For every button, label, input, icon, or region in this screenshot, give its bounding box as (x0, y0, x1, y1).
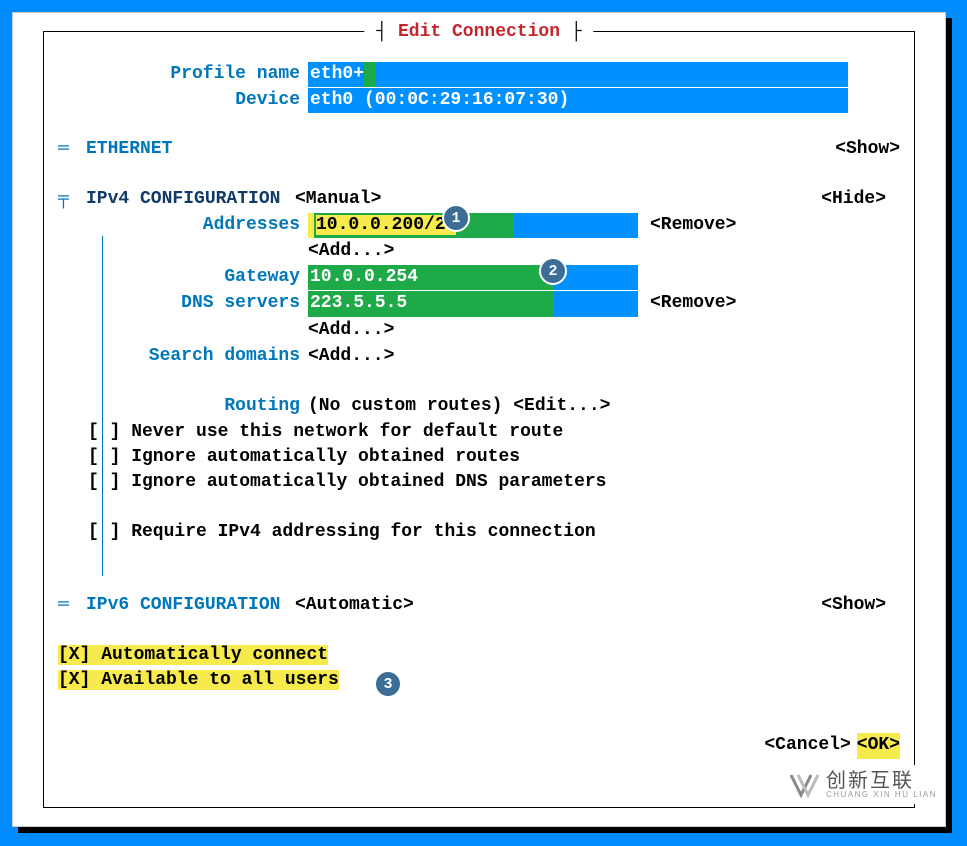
auto-connect-checkbox[interactable]: [X] Automatically connect (58, 645, 328, 665)
ethernet-show-button[interactable]: <Show> (835, 137, 900, 162)
device-input[interactable]: eth0 (00:0C:29:16:07:30) (308, 88, 848, 113)
watermark-logo: 创新互联 CHUANG XIN HU LIAN (778, 766, 945, 804)
dns-add-button[interactable]: <Add...> (308, 318, 394, 343)
dns-remove-button[interactable]: <Remove> (650, 291, 736, 316)
gateway-label: Gateway (58, 265, 308, 290)
profile-name-input[interactable]: eth0+ (308, 62, 848, 87)
addresses-label: Addresses (58, 213, 308, 238)
ipv4-mode-select[interactable]: <Manual> (295, 187, 381, 212)
ipv4-hide-button[interactable]: <Hide> (821, 187, 886, 212)
cancel-button[interactable]: <Cancel> (764, 733, 850, 758)
never-default-checkbox[interactable]: [ ] Never use this network for default r… (88, 420, 900, 445)
require-ipv4-checkbox[interactable]: [ ] Require IPv4 addressing for this con… (88, 520, 900, 545)
ipv6-collapse-icon[interactable]: ═ (58, 593, 86, 618)
ignore-dns-checkbox[interactable]: [ ] Ignore automatically obtained DNS pa… (88, 470, 900, 495)
ethernet-collapse-icon[interactable]: ═ (58, 137, 86, 162)
ipv4-collapse-icon[interactable]: ╤ (58, 187, 86, 212)
ipv4-section-label: IPv4 CONFIGURATION (86, 187, 295, 212)
gateway-input[interactable]: 10.0.0.254 (308, 265, 638, 290)
ignore-routes-checkbox[interactable]: [ ] Ignore automatically obtained routes (88, 445, 900, 470)
ok-button[interactable]: <OK> (857, 733, 900, 758)
routing-edit-button[interactable]: (No custom routes) <Edit...> (308, 394, 610, 419)
addresses-remove-button[interactable]: <Remove> (650, 213, 736, 238)
profile-name-label: Profile name (58, 62, 308, 87)
terminal-window: ┤ Edit Connection ├ Profile name eth0+ D… (12, 12, 946, 827)
ipv4-tree-line (102, 236, 103, 576)
routing-label: Routing (58, 394, 308, 419)
search-domains-label: Search domains (58, 344, 308, 369)
search-domains-add-button[interactable]: <Add...> (308, 344, 394, 369)
available-all-users-checkbox[interactable]: [X] Available to all users (58, 670, 339, 690)
ethernet-section-label: ETHERNET (86, 137, 172, 162)
annotation-marker-2: 2 (539, 257, 567, 285)
addresses-input[interactable]: 10.0.0.200/24 (308, 213, 638, 238)
frame-border: ┤ Edit Connection ├ Profile name eth0+ D… (43, 31, 915, 808)
device-label: Device (58, 88, 308, 113)
annotation-marker-3: 3 (374, 670, 402, 698)
ipv6-mode-select[interactable]: <Automatic> (295, 593, 414, 618)
dns-input[interactable]: 223.5.5.5 (308, 291, 638, 316)
addresses-add-button[interactable]: <Add...> (308, 239, 394, 264)
ipv6-section-label: IPv6 CONFIGURATION (86, 593, 295, 618)
annotation-marker-1: 1 (442, 204, 470, 232)
dns-label: DNS servers (58, 291, 308, 316)
ipv6-show-button[interactable]: <Show> (821, 593, 886, 618)
